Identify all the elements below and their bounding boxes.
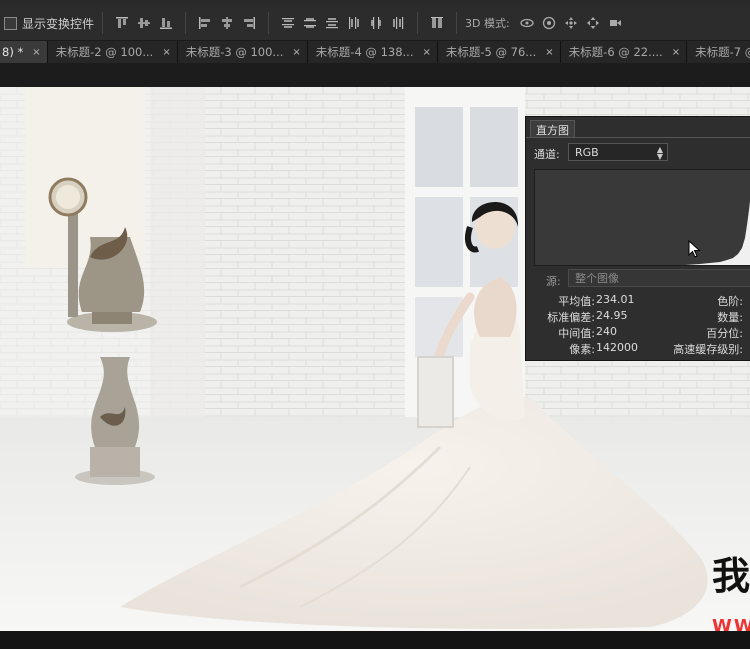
- channel-select[interactable]: RGB ▲ ▼: [568, 143, 668, 161]
- level-label: 色阶:: [717, 295, 743, 308]
- mean-label: 平均值:: [558, 295, 595, 308]
- 3d-mode-label: 3D 模式:: [465, 17, 510, 30]
- close-tab-icon[interactable]: ×: [423, 47, 431, 58]
- watermark-logo: 我: [712, 553, 750, 598]
- document-tab-label: 未标题-4 @ 138...: [315, 45, 414, 59]
- document-tab-bar: 8) * × 未标题-2 @ 100... × 未标题-3 @ 100... × 未标题-4…: [0, 41, 750, 63]
- distribute-right-icon[interactable]: [391, 16, 405, 30]
- divider: [185, 12, 187, 34]
- close-tab-icon[interactable]: ×: [32, 47, 40, 58]
- align-top-icon[interactable]: [115, 16, 129, 30]
- document-tab-label: 未标题-2 @ 100...: [55, 45, 154, 59]
- pixels-label: 像素:: [569, 343, 595, 356]
- divider: [268, 12, 270, 34]
- close-tab-icon[interactable]: ×: [545, 47, 553, 58]
- auto-align-layers-icon[interactable]: [430, 16, 444, 30]
- distribute-left-icon[interactable]: [347, 16, 361, 30]
- document-tab-label: 8) *: [2, 45, 24, 59]
- document-tab-label: 未标题-7 @ 100...: [695, 45, 750, 59]
- document-tab-label: 未标题-6 @ 22....: [568, 45, 663, 59]
- source-label: 源:: [546, 275, 561, 288]
- slide-3d-icon[interactable]: [586, 16, 600, 30]
- close-tab-icon[interactable]: ×: [672, 47, 680, 58]
- document-tab[interactable]: 未标题-2 @ 100... ×: [47, 41, 178, 63]
- document-tab[interactable]: 未标题-4 @ 138... ×: [307, 41, 438, 63]
- histogram-tab[interactable]: 直方图: [530, 120, 575, 138]
- document-tab[interactable]: 未标题-6 @ 22.... ×: [560, 41, 688, 63]
- ruler-area: [0, 63, 750, 87]
- align-bottom-icon[interactable]: [159, 16, 173, 30]
- align-right-icon[interactable]: [242, 16, 256, 30]
- document-tab[interactable]: 8) * ×: [0, 41, 48, 63]
- count-label: 数量:: [717, 311, 743, 324]
- median-value: 240: [596, 325, 617, 338]
- histogram-curve: [535, 201, 750, 265]
- close-tab-icon[interactable]: ×: [292, 47, 300, 58]
- distribute-bottom-icon[interactable]: [325, 16, 339, 30]
- document-tab[interactable]: 未标题-5 @ 76... ×: [437, 41, 561, 63]
- stddev-label: 标准偏差:: [547, 311, 595, 324]
- show-transform-controls-label[interactable]: 显示变换控件: [22, 15, 94, 32]
- percentile-label: 百分位:: [706, 327, 743, 340]
- distribute-horizontal-center-icon[interactable]: [369, 16, 383, 30]
- divider: [417, 12, 419, 34]
- cache-level-label: 高速缓存级别:: [673, 343, 743, 356]
- stddev-value: 24.95: [596, 309, 628, 322]
- pan-3d-icon[interactable]: [564, 16, 578, 30]
- stepper-arrows-icon: ▲ ▼: [656, 145, 663, 161]
- divider: [526, 137, 750, 138]
- distribute-vertical-center-icon[interactable]: [303, 16, 317, 30]
- align-left-icon[interactable]: [198, 16, 212, 30]
- mouse-pointer-icon: [688, 240, 701, 258]
- status-bar: [0, 631, 750, 649]
- show-transform-controls-checkbox[interactable]: [4, 16, 17, 30]
- document-tab[interactable]: 未标题-7 @ 100...×: [687, 41, 750, 63]
- roll-3d-icon[interactable]: [542, 16, 556, 30]
- pixels-value: 142000: [596, 341, 638, 354]
- options-bar: 显示变换控件 3D 模式:: [0, 6, 750, 41]
- histogram-panel: 直方图 通道: RGB ▲ ▼ 源: 整个图像 平均值: 234.01 色阶: 标…: [525, 116, 750, 361]
- channel-value: RGB: [575, 145, 599, 159]
- document-tab-label: 未标题-5 @ 76...: [445, 45, 537, 59]
- distribute-top-icon[interactable]: [281, 16, 295, 30]
- channel-label: 通道:: [534, 148, 560, 161]
- histogram-graph: [534, 169, 750, 266]
- divider: [102, 12, 104, 34]
- divider: [456, 12, 458, 34]
- mean-value: 234.01: [596, 293, 635, 306]
- median-label: 中间值:: [558, 327, 595, 340]
- source-select[interactable]: 整个图像: [568, 269, 750, 287]
- scale-3d-icon[interactable]: [608, 16, 622, 30]
- align-horizontal-center-icon[interactable]: [220, 16, 234, 30]
- rotate-3d-icon[interactable]: [520, 16, 534, 30]
- align-vertical-center-icon[interactable]: [137, 16, 151, 30]
- document-tab[interactable]: 未标题-3 @ 100... ×: [177, 41, 308, 63]
- close-tab-icon[interactable]: ×: [162, 47, 170, 58]
- document-tab-label: 未标题-3 @ 100...: [185, 45, 284, 59]
